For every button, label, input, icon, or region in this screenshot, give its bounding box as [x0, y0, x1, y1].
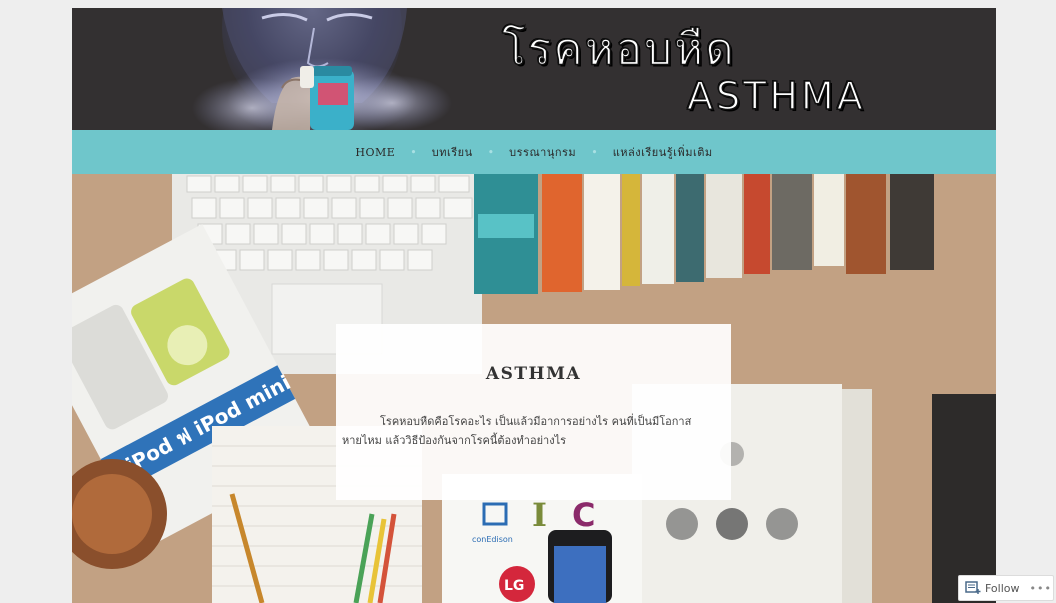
nav-item-more-resources[interactable]: แหล่งเรียนรู้เพิ่มเติม [609, 143, 717, 161]
hero-card-title[interactable]: ASTHMA [336, 364, 731, 384]
svg-text:C: C [572, 496, 595, 534]
more-options-icon[interactable]: ••• [1030, 582, 1052, 595]
hero-card: ASTHMA โรคหอบหืดคือโรคอะไร เป็นแล้วมีอาก… [336, 324, 731, 500]
nav-item-lessons[interactable]: บทเรียน [428, 143, 477, 161]
hero-card-description: โรคหอบหืดคือโรคอะไร เป็นแล้วมีอาการอย่าง… [342, 415, 692, 447]
site-title-english[interactable]: ASTHMA [686, 73, 866, 119]
brand-conedison-text: conEdison [472, 535, 513, 544]
main-navigation: HOME • บทเรียน • บรรณานุกรม • แหล่งเรียน… [72, 130, 996, 174]
nav-item-home[interactable]: HOME [351, 146, 399, 159]
nav-separator: • [591, 145, 598, 159]
follow-widget: Follow ••• [958, 575, 1054, 601]
nav-separator: • [487, 145, 495, 159]
hero-image: iPod ฟ iPod mini conEdison I C LG ASTHMA… [72, 174, 996, 603]
follow-icon[interactable] [965, 581, 981, 595]
follow-button[interactable]: Follow [985, 582, 1020, 595]
svg-text:I: I [532, 496, 547, 534]
brand-lg-text: LG [504, 578, 524, 594]
header-banner[interactable]: โรคหอบหืด ASTHMA [72, 8, 996, 130]
page: โรคหอบหืด ASTHMA HOME • บทเรียน • บรรณาน… [72, 8, 996, 603]
nav-separator: • [410, 145, 417, 159]
nav-item-bibliography[interactable]: บรรณานุกรม [505, 143, 580, 161]
